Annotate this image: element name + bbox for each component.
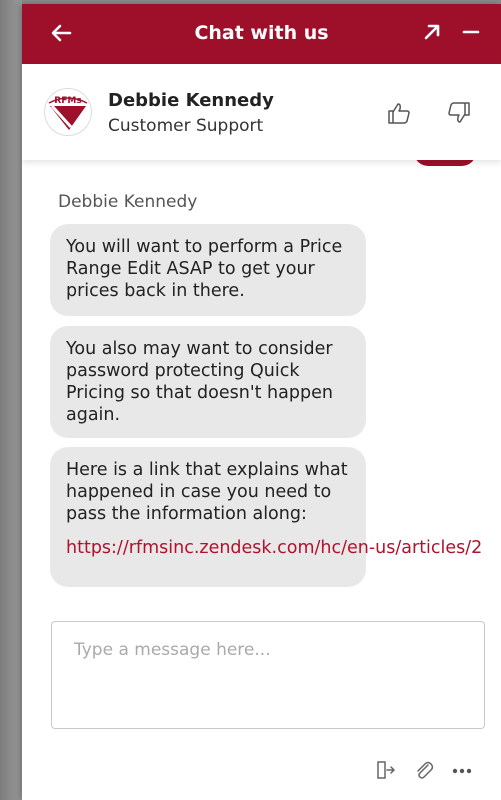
- chat-widget: Chat with us RFMs Debbie Kennedy Custome…: [22, 4, 501, 800]
- message-bubble: You will want to perform a Price Range E…: [50, 224, 366, 316]
- agent-role: Customer Support: [108, 116, 264, 136]
- thumbs-down-icon[interactable]: [446, 100, 472, 126]
- message-composer: [51, 621, 485, 729]
- agent-name: Debbie Kennedy: [108, 90, 274, 111]
- exit-icon[interactable]: [374, 759, 396, 781]
- rfms-logo-icon: RFMs: [48, 96, 88, 130]
- avatar-logo-text: RFMs: [54, 96, 81, 106]
- message-text: Here is a link that explains what happen…: [66, 460, 348, 524]
- message-text: You will want to perform a Price Range E…: [66, 237, 343, 301]
- thumbs-up-icon[interactable]: [386, 100, 412, 126]
- avatar: RFMs: [44, 88, 92, 136]
- minus-icon[interactable]: [462, 23, 480, 41]
- agent-header: RFMs Debbie Kennedy Customer Support: [22, 64, 501, 160]
- message-sender: Debbie Kennedy: [58, 192, 198, 212]
- paperclip-icon[interactable]: [413, 759, 435, 781]
- message-input[interactable]: [52, 622, 484, 728]
- backdrop: [0, 0, 22, 800]
- arrow-up-right-icon[interactable]: [423, 23, 441, 41]
- ellipsis-icon[interactable]: [451, 759, 473, 781]
- message-link[interactable]: https://rfmsinc.zendesk.com/hc/en-us/art…: [66, 537, 501, 559]
- message-list[interactable]: Debbie Kennedy You will want to perform …: [22, 160, 501, 600]
- message-bubble: Here is a link that explains what happen…: [50, 447, 482, 587]
- message-text: You also may want to consider password p…: [66, 339, 333, 425]
- message-bubble: You also may want to consider password p…: [50, 326, 366, 438]
- chat-titlebar: Chat with us: [22, 4, 501, 64]
